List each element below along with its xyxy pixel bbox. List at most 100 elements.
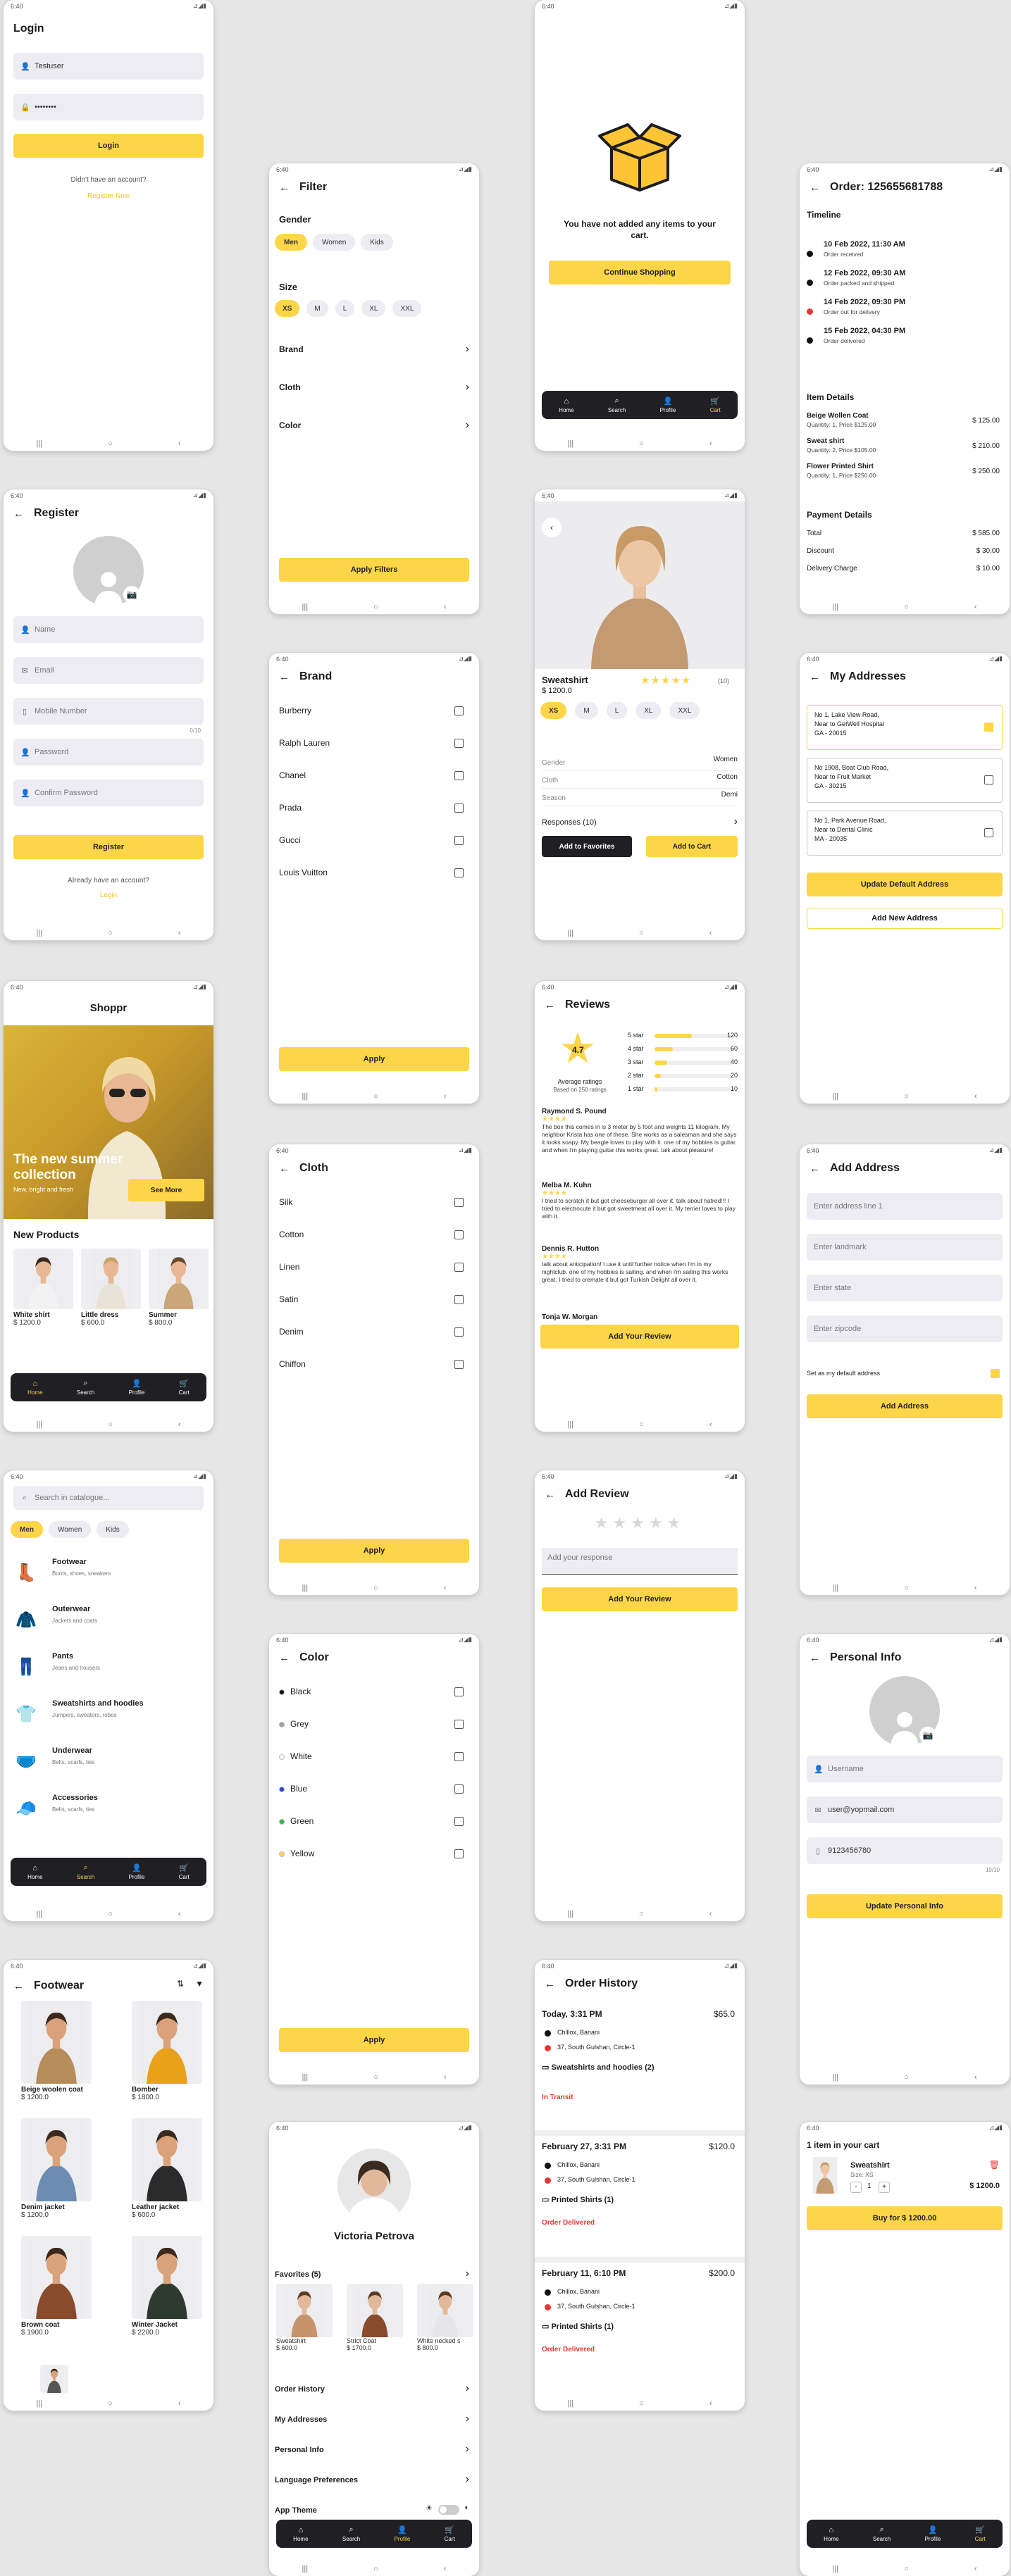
order-card[interactable]: Today, 3:31 PM $65.0 Chillox, Banani 37, So… [535, 2003, 745, 2125]
address-card[interactable]: No 1, Park Avenue Road, Near to Dental Cl… [807, 811, 1003, 856]
home-button[interactable]: ○ [373, 1092, 378, 1101]
profile-menu-item[interactable]: Personal Info › [275, 2443, 469, 2456]
bottom-nav-cart[interactable]: 🛒 Cart [975, 2525, 986, 2542]
favorites-row[interactable]: Favorites (5) › [275, 2268, 469, 2280]
home-button[interactable]: ○ [373, 2073, 378, 2082]
checkbox[interactable] [454, 1849, 464, 1858]
bottom-nav-home[interactable]: ⌂ Home [27, 1864, 42, 1880]
back-button[interactable]: ‹ [709, 1420, 712, 1429]
update-default-address-button[interactable]: Update Default Address [807, 873, 1003, 896]
add-address-button[interactable]: Add Address [807, 1394, 1003, 1418]
back-arrow-icon[interactable]: ← [810, 182, 820, 194]
address-card[interactable]: No 1, Lake View Road, Near to GetWell Hos… [807, 705, 1003, 750]
filter-brand-row[interactable]: Brand › [279, 343, 469, 357]
add-new-address-button[interactable]: Add New Address [807, 908, 1003, 929]
address-checkbox[interactable] [984, 723, 993, 732]
product-card[interactable]: Beige woolen coat $ 1200.0 [21, 2001, 92, 2101]
brand-option[interactable]: Ralph Lauren [269, 736, 479, 751]
home-button[interactable]: ○ [639, 439, 644, 448]
back-arrow-icon[interactable]: ← [810, 1163, 820, 1175]
home-button[interactable]: ○ [108, 2399, 113, 2408]
back-button[interactable]: ‹ [709, 439, 712, 448]
bottom-nav-home[interactable]: ⌂ Home [824, 2526, 838, 2542]
home-button[interactable]: ○ [373, 2565, 378, 2573]
cloth-option[interactable]: Denim [269, 1325, 479, 1340]
category-item[interactable]: 👖 Pants Jeans and trousers [13, 1651, 204, 1686]
chip-size-xs[interactable]: XS [275, 300, 300, 317]
bottom-nav-search[interactable]: ⌕ Search [342, 2525, 360, 2542]
product-card[interactable]: Summer $ 800.0 [149, 1249, 209, 1327]
apply-button[interactable]: Apply [279, 1047, 469, 1071]
back-button[interactable]: ‹ [709, 929, 712, 937]
product-card[interactable]: Denim jacket $ 1200.0 [21, 2118, 92, 2219]
brand-option[interactable]: Burberry [269, 704, 479, 719]
product-card[interactable]: Brown coat $ 1900.0 [21, 2236, 92, 2337]
color-option[interactable]: Yellow [269, 1846, 479, 1862]
chip-size-m[interactable]: M [575, 702, 598, 719]
sort-icon[interactable]: ⇅ [177, 1979, 184, 1989]
order-card[interactable]: February 27, 3:31 PM $120.0 Chillox, Banan… [535, 2130, 745, 2251]
bottom-nav-profile[interactable]: 👤 Profile [395, 2525, 411, 2542]
address-checkbox[interactable] [984, 828, 993, 837]
camera-icon[interactable]: 📷 [919, 1727, 936, 1744]
back-arrow-icon[interactable]: ← [279, 1652, 290, 1664]
register-button[interactable]: Register [13, 835, 204, 859]
profile-menu-item[interactable]: My Addresses › [275, 2413, 469, 2425]
back-arrow-icon[interactable]: ← [545, 999, 555, 1011]
avatar[interactable] [337, 2149, 411, 2222]
see-more-button[interactable]: See More [128, 1179, 204, 1201]
back-button[interactable]: ‹ [974, 2073, 977, 2082]
bottom-nav-home[interactable]: ⌂ Home [559, 397, 573, 413]
bottom-nav-profile[interactable]: 👤 Profile [660, 396, 676, 413]
bottom-nav-cart[interactable]: 🛒 Cart [445, 2525, 455, 2542]
checkbox[interactable] [454, 836, 464, 845]
home-button[interactable]: ○ [904, 2565, 909, 2573]
home-button[interactable]: ○ [373, 1584, 378, 1592]
back-chevron-icon[interactable]: ‹ [542, 518, 562, 537]
back-button[interactable]: ‹ [974, 1584, 977, 1592]
chip-kids[interactable]: Kids [361, 234, 393, 251]
back-arrow-icon[interactable]: ← [545, 1489, 555, 1501]
camera-icon[interactable]: 📷 [123, 586, 140, 603]
back-arrow-icon[interactable]: ← [13, 508, 24, 520]
address-field[interactable]: Enter zipcode [807, 1315, 1003, 1342]
checkbox[interactable] [454, 706, 464, 715]
recents-button[interactable]: ||| [37, 2399, 43, 2408]
recents-button[interactable]: ||| [833, 1584, 839, 1592]
theme-toggle[interactable] [438, 2505, 459, 2515]
recents-button[interactable]: ||| [568, 1910, 574, 1918]
continue-shopping-button[interactable]: Continue Shopping [549, 261, 731, 285]
checkbox[interactable] [454, 771, 464, 780]
name-field[interactable]: 👤 Name [13, 616, 204, 643]
checkbox[interactable] [454, 1295, 464, 1304]
home-button[interactable]: ○ [904, 1092, 909, 1101]
recents-button[interactable]: ||| [568, 929, 574, 937]
apply-button[interactable]: Apply [279, 1539, 469, 1563]
chip-women[interactable]: Women [49, 1521, 92, 1538]
back-button[interactable]: ‹ [178, 1910, 181, 1918]
back-button[interactable]: ‹ [444, 2565, 447, 2573]
color-option[interactable]: Blue [269, 1782, 479, 1797]
checkbox[interactable] [454, 804, 464, 813]
back-button[interactable]: ‹ [974, 2565, 977, 2573]
bottom-nav-search[interactable]: ⌕ Search [608, 396, 626, 413]
color-option[interactable]: White [269, 1749, 479, 1765]
cloth-option[interactable]: Chiffon [269, 1357, 479, 1373]
chip-kids[interactable]: Kids [97, 1521, 129, 1538]
password-field[interactable]: 👤 Password [13, 739, 204, 765]
bottom-nav-search[interactable]: ⌕ Search [873, 2525, 891, 2542]
bottom-nav-cart[interactable]: 🛒 Cart [179, 1863, 190, 1880]
cloth-option[interactable]: Linen [269, 1260, 479, 1275]
decrement-button[interactable]: - [850, 2182, 862, 2193]
back-button[interactable]: ‹ [444, 1584, 447, 1592]
home-button[interactable]: ○ [108, 439, 113, 448]
checkbox[interactable] [454, 868, 464, 877]
category-item[interactable]: 👕 Sweatshirts and hoodies Jumpers, sweater… [13, 1698, 204, 1733]
category-item[interactable]: 🧢 Accessories Belts, scarfs, ties [13, 1792, 204, 1827]
back-button[interactable]: ‹ [974, 603, 977, 611]
back-button[interactable]: ‹ [974, 1092, 977, 1101]
home-button[interactable]: ○ [639, 929, 644, 937]
favorite-card[interactable]: Strict Coat $ 1700.0 [347, 2284, 403, 2351]
back-arrow-icon[interactable]: ← [279, 1163, 290, 1175]
login-link[interactable]: Login [4, 892, 213, 899]
